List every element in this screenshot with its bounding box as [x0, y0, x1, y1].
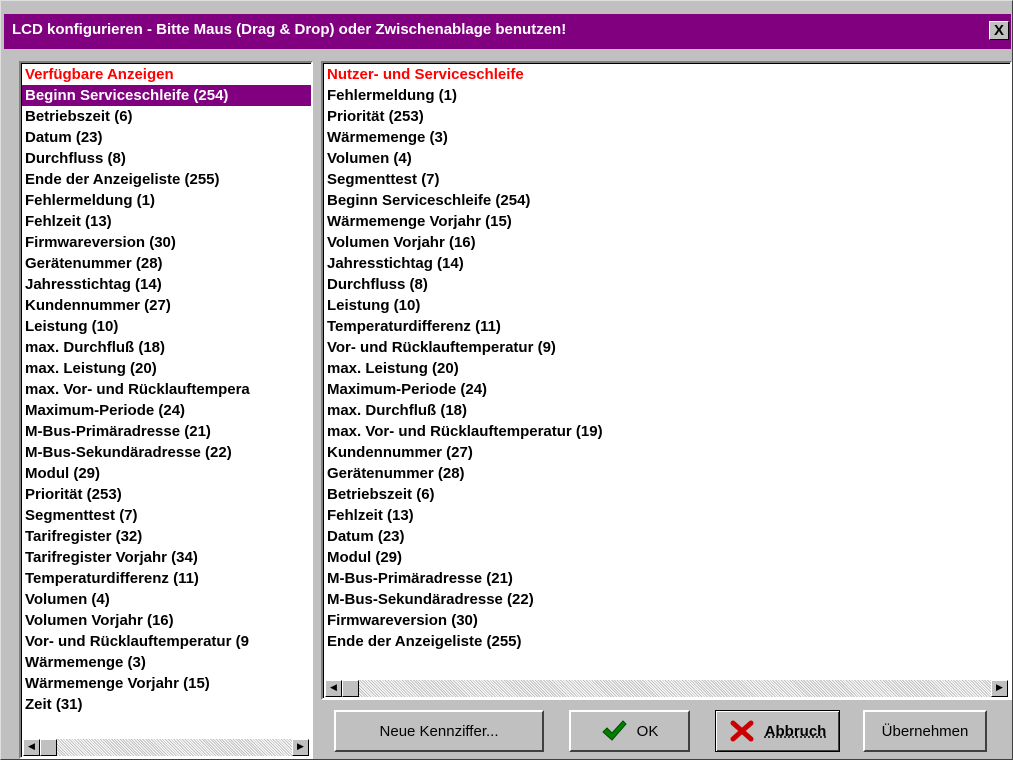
- list-item[interactable]: Tarifregister (32): [22, 526, 311, 547]
- available-displays-list[interactable]: Verfügbare Anzeigen Beginn Serviceschlei…: [19, 61, 313, 759]
- list-item[interactable]: Beginn Serviceschleife (254): [324, 190, 1010, 211]
- list-item[interactable]: Jahresstichtag (14): [22, 274, 311, 295]
- list-item[interactable]: Wärmemenge (3): [324, 127, 1010, 148]
- ok-label: OK: [636, 722, 659, 740]
- user-service-loop-list[interactable]: Nutzer- und Serviceschleife Fehlermeldun…: [321, 61, 1012, 700]
- list-item[interactable]: Leistung (10): [22, 316, 311, 337]
- scroll-right-arrow-icon[interactable]: ▶: [292, 739, 309, 756]
- list-item[interactable]: Fehlermeldung (1): [324, 85, 1010, 106]
- new-code-label: Neue Kennziffer...: [379, 722, 499, 740]
- list-item[interactable]: max. Durchfluß (18): [22, 337, 311, 358]
- list-item[interactable]: Datum (23): [22, 127, 311, 148]
- scroll-right-arrow-icon[interactable]: ▶: [991, 680, 1008, 697]
- list-item[interactable]: Ende der Anzeigeliste (255): [22, 169, 311, 190]
- list-item[interactable]: Vor- und Rücklauftemperatur (9: [22, 631, 311, 652]
- list-item[interactable]: Betriebszeit (6): [324, 484, 1010, 505]
- right-horizontal-scrollbar[interactable]: ◀ ▶: [325, 680, 1008, 697]
- list-item[interactable]: Ende der Anzeigeliste (255): [324, 631, 1010, 652]
- ok-button[interactable]: OK: [569, 710, 690, 752]
- list-item[interactable]: Datum (23): [324, 526, 1010, 547]
- list-item[interactable]: Temperaturdifferenz (11): [22, 568, 311, 589]
- left-horizontal-scrollbar[interactable]: ◀ ▶: [23, 739, 309, 756]
- list-item[interactable]: Segmenttest (7): [324, 169, 1010, 190]
- list-item[interactable]: M-Bus-Sekundäradresse (22): [22, 442, 311, 463]
- list-item[interactable]: Vor- und Rücklauftemperatur (9): [324, 337, 1010, 358]
- scroll-left-arrow-icon[interactable]: ◀: [325, 680, 342, 697]
- list-item[interactable]: Firmwareversion (30): [324, 610, 1010, 631]
- available-displays-header: Verfügbare Anzeigen: [25, 66, 174, 83]
- list-item[interactable]: Jahresstichtag (14): [324, 253, 1010, 274]
- list-item[interactable]: Gerätenummer (28): [324, 463, 1010, 484]
- title-bar[interactable]: LCD konfigurieren - Bitte Maus (Drag & D…: [4, 14, 1011, 49]
- list-item[interactable]: max. Leistung (20): [324, 358, 1010, 379]
- list-item[interactable]: max. Vor- und Rücklauftempera: [22, 379, 311, 400]
- list-item[interactable]: Durchfluss (8): [324, 274, 1010, 295]
- lcd-config-dialog: LCD konfigurieren - Bitte Maus (Drag & D…: [0, 0, 1013, 760]
- apply-button[interactable]: Übernehmen: [863, 710, 987, 752]
- list-item[interactable]: Leistung (10): [324, 295, 1010, 316]
- list-item[interactable]: Wärmemenge Vorjahr (15): [324, 211, 1010, 232]
- list-item[interactable]: Segmenttest (7): [22, 505, 311, 526]
- list-item[interactable]: Priorität (253): [22, 484, 311, 505]
- list-item[interactable]: Kundennummer (27): [22, 295, 311, 316]
- close-button[interactable]: X: [989, 21, 1009, 40]
- user-service-loop-header: Nutzer- und Serviceschleife: [327, 66, 524, 83]
- window-title: LCD konfigurieren - Bitte Maus (Drag & D…: [12, 21, 567, 38]
- scroll-left-arrow-icon[interactable]: ◀: [23, 739, 40, 756]
- list-item[interactable]: Volumen Vorjahr (16): [324, 232, 1010, 253]
- list-item[interactable]: Kundennummer (27): [324, 442, 1010, 463]
- list-item[interactable]: M-Bus-Primäradresse (21): [324, 568, 1010, 589]
- list-item[interactable]: Wärmemenge (3): [22, 652, 311, 673]
- list-item[interactable]: Volumen (4): [22, 589, 311, 610]
- list-item[interactable]: Maximum-Periode (24): [324, 379, 1010, 400]
- list-item[interactable]: max. Leistung (20): [22, 358, 311, 379]
- scroll-thumb[interactable]: [342, 680, 359, 697]
- apply-label: Übernehmen: [881, 722, 969, 740]
- list-item[interactable]: Modul (29): [22, 463, 311, 484]
- list-item[interactable]: Fehlzeit (13): [324, 505, 1010, 526]
- list-item[interactable]: Zeit (31): [22, 694, 311, 715]
- list-item[interactable]: Fehlzeit (13): [22, 211, 311, 232]
- list-item[interactable]: Modul (29): [324, 547, 1010, 568]
- cancel-label: Abbruch: [764, 722, 827, 740]
- list-item[interactable]: Gerätenummer (28): [22, 253, 311, 274]
- list-item[interactable]: Durchfluss (8): [22, 148, 311, 169]
- list-item[interactable]: max. Vor- und Rücklauftemperatur (19): [324, 421, 1010, 442]
- scroll-thumb[interactable]: [40, 739, 57, 756]
- list-item[interactable]: Volumen (4): [324, 148, 1010, 169]
- list-item[interactable]: Fehlermeldung (1): [22, 190, 311, 211]
- list-item[interactable]: Temperaturdifferenz (11): [324, 316, 1010, 337]
- list-item[interactable]: Priorität (253): [324, 106, 1010, 127]
- new-code-button[interactable]: Neue Kennziffer...: [334, 710, 544, 752]
- list-item[interactable]: Betriebszeit (6): [22, 106, 311, 127]
- list-item[interactable]: Maximum-Periode (24): [22, 400, 311, 421]
- list-item[interactable]: M-Bus-Sekundäradresse (22): [324, 589, 1010, 610]
- list-item[interactable]: max. Durchfluß (18): [324, 400, 1010, 421]
- list-item[interactable]: Firmwareversion (30): [22, 232, 311, 253]
- x-cross-icon: [729, 719, 755, 743]
- list-item[interactable]: Tarifregister Vorjahr (34): [22, 547, 311, 568]
- checkmark-icon: [601, 719, 627, 743]
- list-item[interactable]: Volumen Vorjahr (16): [22, 610, 311, 631]
- list-item[interactable]: M-Bus-Primäradresse (21): [22, 421, 311, 442]
- cancel-button[interactable]: Abbruch: [715, 710, 840, 752]
- list-item[interactable]: Beginn Serviceschleife (254): [22, 85, 311, 106]
- list-item[interactable]: Wärmemenge Vorjahr (15): [22, 673, 311, 694]
